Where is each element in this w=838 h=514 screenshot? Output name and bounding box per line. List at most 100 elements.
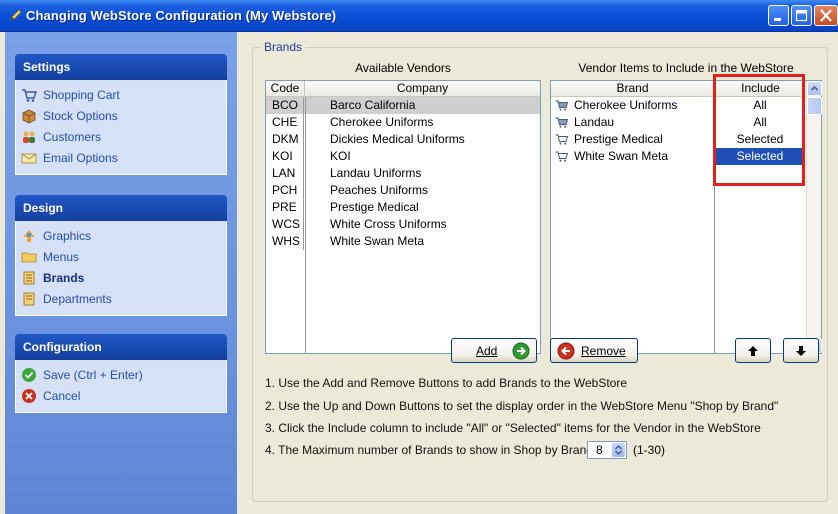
vendor-company: White Cross Uniforms [330, 217, 447, 231]
title-bar: Changing WebStore Configuration (My Webs… [0, 0, 838, 32]
sidebar-item-label: Cancel [43, 388, 81, 403]
vendor-row[interactable]: WCS White Cross Uniforms [266, 216, 540, 233]
sidebar-item-label: Graphics [43, 228, 92, 243]
remove-button[interactable]: Remove [550, 338, 638, 363]
vendor-company: KOI [330, 149, 351, 163]
max-brands-value[interactable]: 8 [596, 443, 603, 457]
move-down-button[interactable] [783, 338, 819, 363]
vendor-row[interactable]: LAN Landau Uniforms [266, 165, 540, 182]
sidebar-item-brands[interactable]: Brands [16, 267, 226, 288]
vendor-row[interactable]: WHS White Swan Meta [266, 233, 540, 250]
max-brands-range: (1-30) [633, 443, 666, 457]
sidebar-item-save[interactable]: Save (Ctrl + Enter) [16, 364, 226, 385]
spinner-arrows[interactable] [612, 443, 625, 457]
departments-icon [23, 292, 35, 305]
shopping-cart-icon [22, 88, 37, 102]
item-brand: White Swan Meta [574, 149, 669, 163]
vertical-scrollbar[interactable] [806, 81, 822, 353]
vendor-company: White Swan Meta [330, 234, 425, 248]
arrow-up-icon [748, 345, 758, 356]
sidebar-item-stock-options[interactable]: Stock Options [16, 105, 226, 126]
vendor-row[interactable]: CHE Cherokee Uniforms [266, 114, 540, 131]
vendors-header-row: Code Company [266, 81, 540, 97]
sidebar-item-label: Save (Ctrl + Enter) [43, 367, 143, 382]
add-button-label: Add [476, 343, 498, 358]
instruction-2: 2. Use the Up and Down Buttons to set th… [265, 399, 779, 413]
close-button[interactable] [814, 5, 838, 26]
customers-icon [23, 131, 35, 143]
add-button[interactable]: Add [451, 338, 537, 363]
vendor-items-grid[interactable]: Brand Include Cherokee Uniforms All Land… [550, 80, 822, 354]
brand-column-header[interactable]: Brand [551, 81, 715, 96]
stock-box-icon [22, 109, 36, 123]
item-include[interactable]: Selected [715, 131, 805, 148]
arrow-down-icon [796, 345, 806, 356]
vendor-company: Peaches Uniforms [330, 183, 429, 197]
instruction-3: 3. Click the Include column to include "… [265, 421, 761, 435]
sidebar-item-menus[interactable]: Menus [16, 246, 226, 267]
company-column-header[interactable]: Company [305, 81, 540, 96]
vendor-row[interactable]: KOI KOI [266, 148, 540, 165]
available-vendors-grid[interactable]: Code Company BCO Barco California CHE Cher… [265, 80, 541, 354]
code-column-header[interactable]: Code [266, 81, 305, 96]
maximize-button[interactable] [791, 5, 812, 26]
sidebar-item-cancel[interactable]: Cancel [16, 385, 226, 406]
item-row[interactable]: White Swan Meta Selected [551, 148, 821, 165]
minimize-icon [774, 18, 781, 21]
sidebar-item-label: Departments [43, 291, 112, 306]
minimize-button[interactable] [768, 5, 789, 26]
sidebar-item-shopping-cart[interactable]: Shopping Cart [16, 84, 226, 105]
arrow-right-icon [512, 342, 530, 360]
vendor-row[interactable]: DKM Dickies Medical Uniforms [266, 131, 540, 148]
item-brand-cell: Cherokee Uniforms [551, 97, 715, 114]
sidebar-item-graphics[interactable]: Graphics [16, 225, 226, 246]
configuration-group-body: Save (Ctrl + Enter) Cancel [15, 360, 227, 413]
cart-partial-icon [555, 134, 568, 145]
item-include[interactable]: Selected [715, 148, 805, 165]
cart-icon [555, 100, 568, 111]
scroll-up-icon [810, 85, 819, 91]
settings-group: Settings Shopping Cart Stock Options Cus… [15, 54, 227, 175]
scroll-up-button[interactable] [807, 81, 822, 96]
vendor-code: LAN [266, 165, 304, 182]
sidebar-item-email-options[interactable]: Email Options [16, 147, 226, 168]
item-brand: Cherokee Uniforms [574, 98, 678, 112]
main-panel: Brands Available Vendors Vendor Items to… [237, 32, 838, 514]
vendor-company: Dickies Medical Uniforms [330, 132, 465, 146]
configuration-group: Configuration Save (Ctrl + Enter) Cancel [15, 334, 227, 413]
sidebar-item-customers[interactable]: Customers [16, 126, 226, 147]
spinner-updown-icon [615, 445, 622, 455]
vendor-row[interactable]: PRE Prestige Medical [266, 199, 540, 216]
scroll-thumb[interactable] [807, 97, 822, 115]
save-check-icon [22, 367, 36, 382]
sidebar-item-label: Stock Options [43, 108, 118, 123]
vendor-code: KOI [266, 148, 304, 165]
instruction-1: 1. Use the Add and Remove Buttons to add… [265, 376, 628, 390]
sidebar-item-label: Customers [43, 129, 102, 144]
item-row[interactable]: Landau All [551, 114, 821, 131]
cancel-x-icon [22, 388, 36, 403]
maximize-icon [795, 9, 808, 22]
sidebar-item-departments[interactable]: Departments [16, 288, 226, 309]
item-brand: Prestige Medical [574, 132, 663, 146]
item-include[interactable]: All [715, 97, 805, 114]
item-brand-cell: Landau [551, 114, 715, 131]
include-column-header[interactable]: Include [715, 81, 806, 96]
item-include[interactable]: All [715, 114, 805, 131]
graphics-icon [23, 229, 35, 242]
vendor-row[interactable]: BCO Barco California [266, 97, 540, 114]
brands-group-label: Brands [261, 40, 306, 54]
item-row[interactable]: Prestige Medical Selected [551, 131, 821, 148]
design-group: Design Graphics Menus Brands Departments [15, 195, 227, 316]
items-header-row: Brand Include [551, 81, 806, 97]
brands-icon [23, 271, 35, 284]
move-up-button[interactable] [735, 338, 771, 363]
max-brands-spinner[interactable]: 8 [587, 441, 627, 459]
sidebar-item-label: Shopping Cart [43, 87, 120, 102]
item-brand-cell: White Swan Meta [551, 148, 715, 165]
vendor-code: BCO [266, 97, 304, 114]
vendor-code: CHE [266, 114, 304, 131]
vendor-row[interactable]: PCH Peaches Uniforms [266, 182, 540, 199]
email-icon [21, 153, 37, 163]
item-row[interactable]: Cherokee Uniforms All [551, 97, 821, 114]
